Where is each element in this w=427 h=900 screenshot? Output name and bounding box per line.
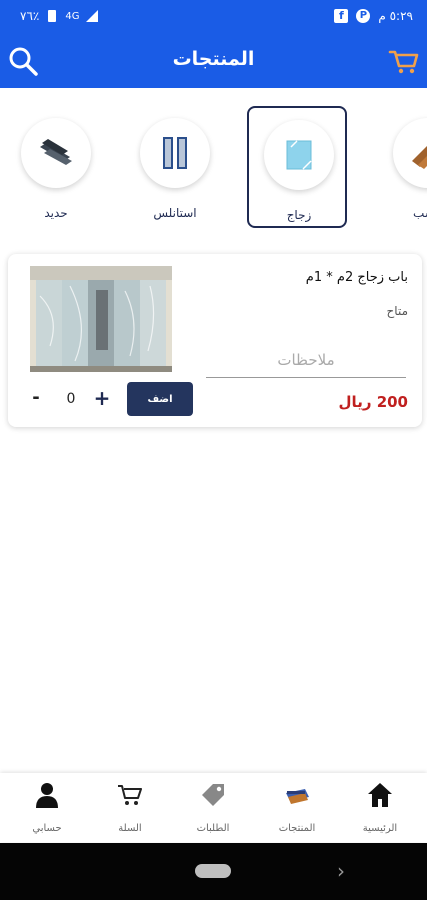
notes-input[interactable]: [206, 342, 406, 378]
back-chevron-icon[interactable]: ›: [337, 859, 345, 883]
category-iron-circle: [21, 118, 91, 188]
network-text: 4G: [65, 10, 80, 22]
user-icon: [36, 783, 58, 808]
nav-item-account[interactable]: حسابي: [7, 781, 87, 837]
nav-item-products[interactable]: المنتجات: [257, 781, 337, 837]
cart-icon: [118, 785, 142, 805]
nav-label: المنتجات: [278, 823, 316, 834]
system-navigation-bar: ›: [0, 843, 427, 900]
category-label: استانلس: [153, 206, 197, 220]
nav-label: السلة: [118, 823, 142, 834]
category-wood-circle: [393, 118, 427, 188]
iron-icon: [40, 139, 72, 165]
product-card[interactable]: باب زجاج 2م * 1م متاح 200 ريال اضف - 0 +: [8, 254, 422, 427]
category-label: خشب: [413, 206, 427, 220]
nav-item-cart[interactable]: السلة: [90, 781, 170, 837]
category-stainless[interactable]: استانلس: [125, 106, 225, 228]
status-bar: ٧٦٪ 4G f P ٥:٢٩ م: [0, 0, 427, 33]
category-label: حديد: [44, 206, 68, 220]
product-availability: متاح: [386, 304, 408, 318]
products-icon: [286, 789, 309, 804]
category-iron[interactable]: حديد: [6, 106, 106, 228]
product-name: باب زجاج 2م * 1م: [305, 270, 408, 285]
glass-icon: [286, 140, 312, 170]
status-time: ٥:٢٩ م: [378, 9, 413, 23]
cart-icon[interactable]: [387, 44, 421, 78]
page-title: المنتجات: [172, 48, 255, 70]
category-glass-circle: [264, 120, 334, 190]
quantity-value: 0: [66, 391, 76, 407]
bottom-navigation: الرئيسية المنتجات الطلبات السلة حسابي: [0, 773, 427, 842]
app-header: المنتجات: [0, 33, 427, 88]
nav-label: الطلبات: [196, 823, 230, 834]
nav-label: حسابي: [32, 823, 62, 834]
status-left: ٧٦٪ 4G: [20, 9, 99, 23]
nav-label: الرئيسية: [362, 823, 398, 834]
wood-icon: [412, 146, 427, 169]
home-icon: [368, 783, 392, 807]
category-stainless-circle: [140, 118, 210, 188]
quantity-increase-button[interactable]: +: [92, 388, 112, 408]
add-to-cart-button[interactable]: اضف: [127, 382, 193, 416]
nav-item-home[interactable]: الرئيسية: [340, 781, 420, 837]
tag-icon: [202, 784, 224, 806]
signal-icon: [86, 10, 99, 22]
notification-p-icon: P: [356, 9, 371, 23]
facebook-icon: f: [334, 9, 349, 23]
product-image: [30, 266, 172, 372]
battery-text: ٧٦٪: [20, 9, 40, 23]
category-glass[interactable]: زجاج: [247, 106, 347, 228]
status-right: f P ٥:٢٩ م: [334, 9, 413, 23]
category-strip[interactable]: خشب زجاج استانلس: [0, 100, 427, 240]
stainless-icon: [163, 137, 187, 169]
quantity-decrease-button[interactable]: -: [26, 389, 46, 409]
battery-icon: [48, 10, 57, 22]
home-gesture-pill[interactable]: [195, 864, 231, 878]
product-price: 200 ريال: [338, 393, 408, 411]
nav-item-orders[interactable]: الطلبات: [173, 781, 253, 837]
category-label: زجاج: [286, 208, 312, 222]
category-wood[interactable]: خشب: [378, 106, 427, 228]
